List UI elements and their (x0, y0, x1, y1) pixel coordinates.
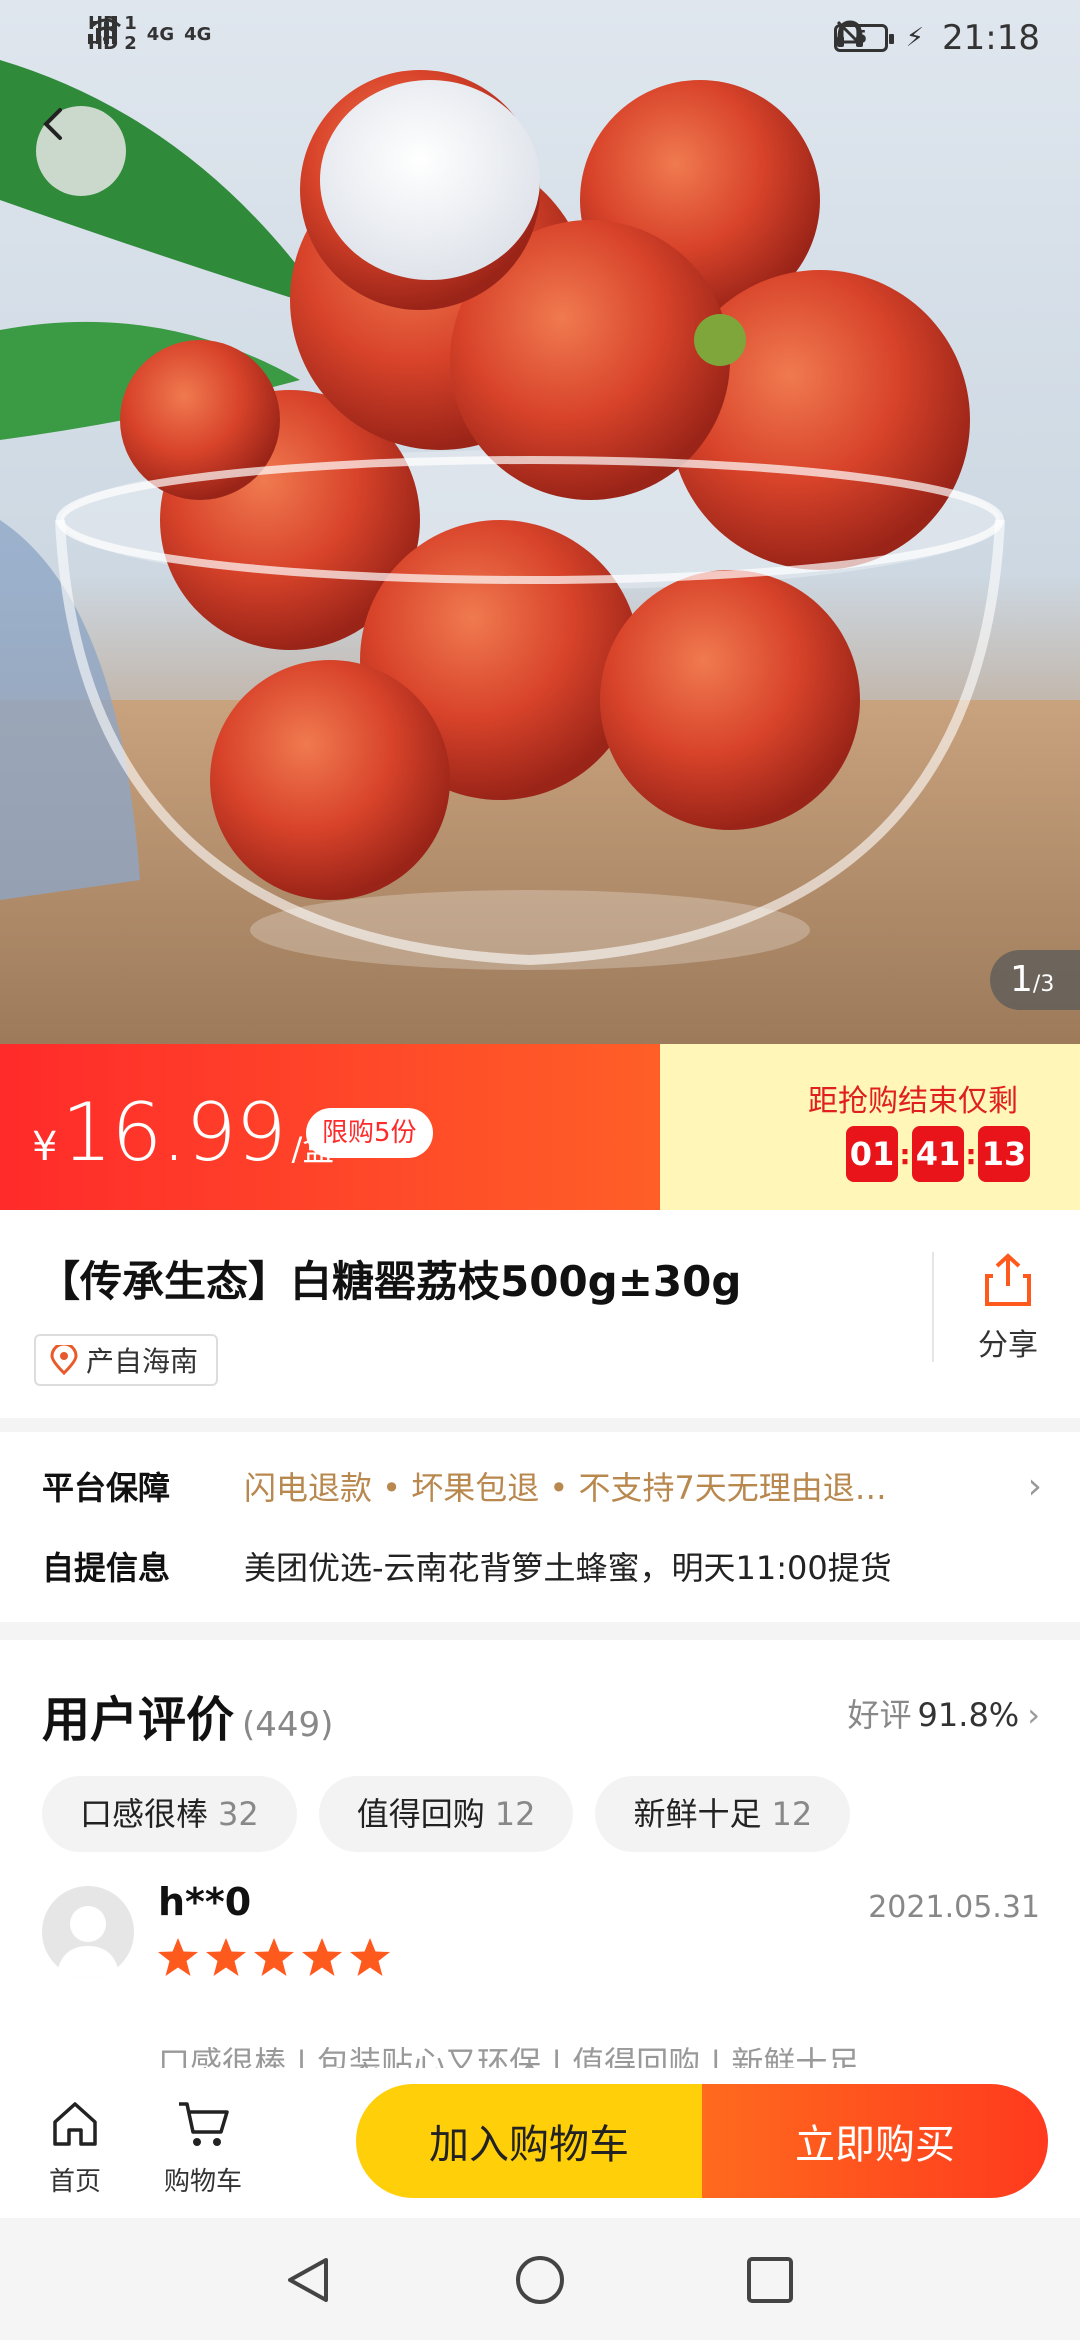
good-rate-link[interactable]: 好评 91.8% › (848, 1690, 1040, 1736)
countdown-separator: : (965, 1137, 977, 1171)
guarantee-value: 闪电退款 • 坏果包退 • 不支持7天无理由退… (244, 1469, 887, 1507)
reviews-count: (449) (242, 1705, 334, 1745)
review-tag-label: 值得回购 (356, 1795, 485, 1833)
review-tag-list: 口感很棒 32 值得回购 12 新鲜十足 12 (42, 1776, 851, 1852)
review-tag-count: 12 (771, 1795, 813, 1833)
review-tag-label: 口感很棒 (80, 1795, 209, 1833)
nav-recents-icon[interactable] (744, 2254, 796, 2306)
good-rate-value: 91.8% (917, 1696, 1020, 1734)
review-tag[interactable]: 口感很棒 32 (42, 1776, 297, 1852)
guarantee-label: 平台保障 (42, 1469, 171, 1507)
charging-icon: ⚡ (905, 23, 925, 53)
origin-label: 产自海南 (86, 1345, 199, 1378)
image-counter-current: 1 (1010, 959, 1033, 1000)
lychee-bowl-image (0, 60, 1080, 1044)
platform-guarantee-row[interactable]: 平台保障 闪电退款 • 坏果包退 • 不支持7天无理由退… › (42, 1456, 1042, 1516)
review-tag-label: 新鲜十足 (633, 1795, 762, 1833)
product-title-card: 【传承生态】白糖罂荔枝500g±30g 产自海南 分享 (0, 1210, 1080, 1418)
pickup-label: 自提信息 (42, 1549, 171, 1587)
pickup-value: 美团优选-云南花背箩土蜂蜜，明天11:00提货 (244, 1549, 892, 1587)
network-type-2: 4G (184, 23, 212, 45)
star-rating (156, 1936, 392, 1980)
reviewer-name: h**0 (158, 1880, 252, 1924)
price-value: 16.99 (61, 1086, 286, 1179)
cart-label: 购物车 (163, 2167, 242, 2197)
nav-home-icon[interactable] (514, 2254, 566, 2306)
chevron-right-icon: › (1027, 1465, 1042, 1507)
origin-tag: 产自海南 (34, 1334, 219, 1386)
chevron-left-icon (43, 108, 62, 140)
countdown-minutes: 41 (912, 1126, 964, 1182)
share-button[interactable]: 分享 (932, 1252, 1080, 1363)
clock: 21:18 (942, 18, 1040, 58)
countdown-hours: 01 (846, 1126, 898, 1182)
currency-symbol: ¥ (32, 1124, 58, 1170)
location-pin-icon (50, 1345, 78, 1375)
system-navigation-bar (0, 2218, 1080, 2340)
good-rate-label: 好评 (847, 1696, 912, 1734)
cart-button[interactable]: 购物车 (148, 2098, 258, 2198)
product-title: 【传承生态】白糖罂荔枝500g±30g (38, 1257, 742, 1306)
review-tag[interactable]: 新鲜十足 12 (595, 1776, 851, 1852)
share-label: 分享 (978, 1328, 1038, 1363)
battery-icon: 5 (833, 24, 894, 52)
status-bar: HD 1 HD 2 4G 4G 5 ⚡ 21:18 (0, 0, 1080, 80)
countdown-label: 距抢购结束仅剩 (808, 1084, 1018, 1119)
wifi-icon (91, 18, 121, 42)
home-label: 首页 (48, 2167, 101, 2197)
buy-now-button[interactable]: 立即购买 (702, 2084, 1048, 2198)
default-avatar-icon (56, 1906, 120, 1978)
home-button[interactable]: 首页 (20, 2098, 130, 2198)
star-icon (350, 1938, 390, 1976)
home-icon (53, 2102, 97, 2146)
back-button[interactable] (36, 106, 126, 196)
star-icon (206, 1938, 246, 1976)
add-to-cart-button[interactable]: 加入购物车 (356, 2084, 702, 2198)
review-tag-count: 12 (494, 1795, 536, 1833)
star-icon (302, 1938, 342, 1976)
star-icon (254, 1938, 294, 1976)
product-detail-page: HD 1 HD 2 4G 4G 5 ⚡ 21:18 1/3 ¥ 16.99 限购… (0, 0, 1080, 2340)
signal-indicators: HD 1 HD 2 4G 4G (88, 14, 211, 54)
nav-back-icon[interactable] (282, 2254, 334, 2306)
product-image-carousel[interactable]: HD 1 HD 2 4G 4G 5 ⚡ 21:18 1/3 (0, 0, 1080, 1044)
countdown-seconds: 13 (978, 1126, 1030, 1182)
star-icon (158, 1938, 198, 1976)
avatar (42, 1886, 134, 1978)
pickup-info-row: 自提信息 美团优选-云南花背箩土蜂蜜，明天11:00提货 (42, 1536, 1042, 1596)
reviews-title-text: 用户评价 (42, 1692, 235, 1748)
reviews-title: 用户评价 (449) (42, 1680, 333, 1750)
share-icon (985, 1253, 1031, 1306)
reviews-section: 用户评价 (449) 好评 91.8% › 口感很棒 32 值得回购 12 新鲜十足 12 … (0, 1640, 1080, 2080)
status-right: 5 ⚡ 21:18 (833, 18, 1040, 58)
cart-icon (179, 2102, 229, 2146)
review-tag[interactable]: 值得回购 12 (318, 1776, 574, 1852)
purchase-limit-badge: 限购5份 (306, 1108, 433, 1158)
countdown-separator: : (899, 1137, 911, 1171)
service-info-card: 平台保障 闪电退款 • 坏果包退 • 不支持7天无理由退… › 自提信息 美团优… (0, 1432, 1080, 1622)
image-counter-total: /3 (1032, 972, 1055, 997)
chevron-right-icon: › (1027, 1696, 1040, 1734)
image-counter: 1/3 (990, 950, 1080, 1010)
review-tag-count: 32 (218, 1795, 259, 1833)
countdown-timer: 01 : 41 : 13 (846, 1126, 1030, 1182)
review-date: 2021.05.31 (868, 1890, 1040, 1925)
price: ¥ 16.99 /盒 (32, 1086, 334, 1179)
network-type: 4G (146, 23, 175, 45)
